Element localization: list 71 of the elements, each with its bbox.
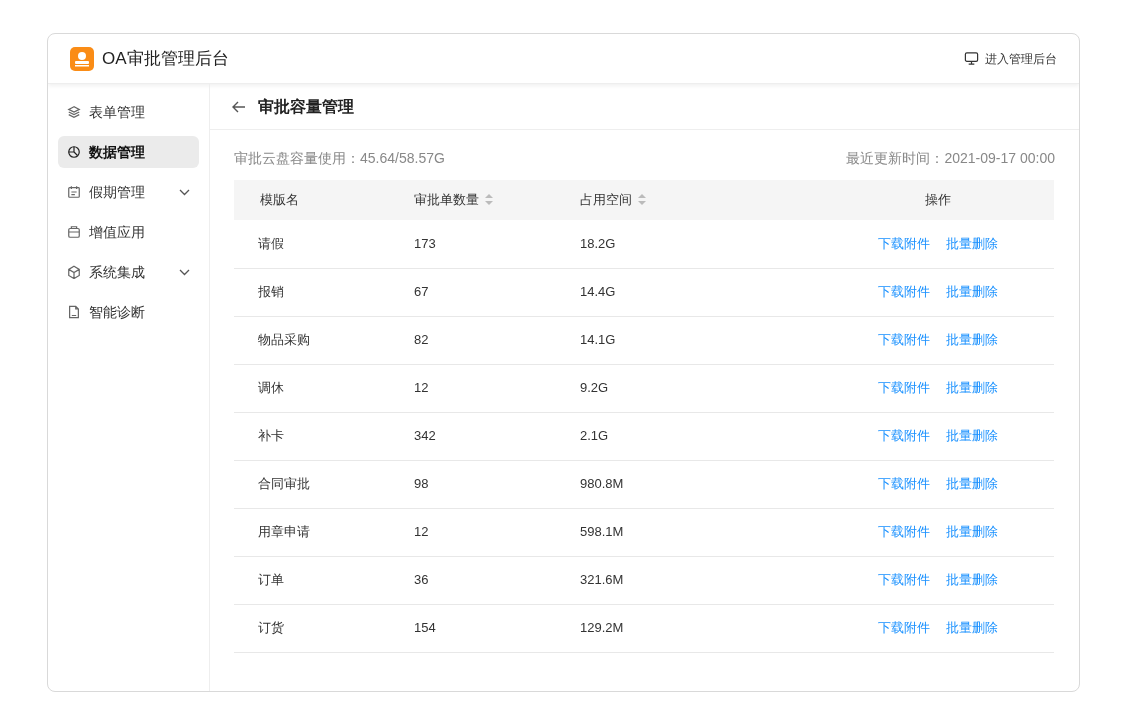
table-cell: 调休 [258, 380, 284, 396]
table-cell: 36 [414, 572, 429, 588]
sidebar-item[interactable]: 表单管理 [58, 96, 199, 128]
action-link[interactable]: 批量删除 [946, 234, 998, 254]
table-cell: 12 [414, 380, 429, 396]
action-link[interactable]: 批量删除 [946, 330, 998, 350]
column-header[interactable]: 审批单数量 [412, 180, 578, 220]
table-cell: 2.1G [580, 428, 609, 444]
action-link[interactable]: 下载附件 [878, 234, 930, 254]
menu-icon [67, 265, 81, 279]
monitor-icon [964, 51, 979, 66]
storage-usage: 审批云盘容量使用：45.64/58.57G [234, 149, 445, 168]
menu-icon [67, 305, 81, 319]
table-cell: 129.2M [580, 620, 624, 636]
last-updated: 最近更新时间：2021-09-17 00:00 [846, 149, 1055, 168]
table-cell: 请假 [258, 236, 284, 251]
action-link[interactable]: 下载附件 [878, 378, 930, 398]
sidebar-item[interactable]: 智能诊断 [58, 296, 199, 328]
page-title: 审批容量管理 [258, 96, 354, 117]
table-cell: 订货 [258, 620, 284, 636]
menu-icon [67, 225, 81, 239]
action-link[interactable]: 批量删除 [946, 378, 998, 398]
menu-icon [67, 105, 81, 119]
menu-icon [67, 185, 81, 199]
action-link[interactable]: 批量删除 [946, 282, 998, 302]
table-cell: 67 [414, 284, 429, 300]
table-cell: 12 [414, 524, 429, 540]
sidebar-item[interactable]: 假期管理 [58, 176, 199, 208]
action-link[interactable]: 下载附件 [878, 618, 930, 638]
table-cell: 321.6M [580, 572, 624, 588]
back-arrow-icon[interactable] [232, 100, 246, 113]
table-cell: 合同审批 [258, 476, 310, 492]
table-cell: 报销 [258, 284, 284, 300]
table-cell: 98 [414, 476, 429, 492]
table-cell: 82 [414, 332, 429, 348]
sidebar-item[interactable]: 数据管理 [58, 136, 199, 168]
sidebar-item[interactable]: 增值应用 [58, 216, 199, 248]
action-link[interactable]: 下载附件 [878, 426, 930, 446]
table-cell: 342 [414, 428, 436, 444]
table-cell: 598.1M [580, 524, 624, 540]
admin-link[interactable]: 进入管理后台 [964, 49, 1057, 68]
logo-icon [70, 46, 94, 71]
table-cell: 订单 [258, 572, 284, 588]
action-link[interactable]: 批量删除 [946, 570, 998, 590]
action-link[interactable]: 下载附件 [878, 522, 930, 542]
action-link[interactable]: 批量删除 [946, 426, 998, 446]
table-cell: 用章申请 [258, 524, 310, 540]
table-cell: 173 [414, 236, 436, 251]
action-link[interactable]: 批量删除 [946, 474, 998, 494]
sort-icon[interactable] [485, 194, 493, 206]
table-cell: 9.2G [580, 380, 609, 396]
action-link[interactable]: 批量删除 [946, 522, 998, 542]
table-cell: 补卡 [258, 428, 284, 444]
table-cell: 154 [414, 620, 436, 636]
action-link[interactable]: 下载附件 [878, 570, 930, 590]
sidebar-item[interactable]: 系统集成 [58, 256, 199, 288]
column-header: 操作 [822, 180, 1054, 220]
action-link[interactable]: 批量删除 [946, 618, 998, 638]
table-cell: 18.2G [580, 236, 616, 251]
app-title: OA审批管理后台 [102, 47, 229, 70]
table-cell: 14.1G [580, 332, 616, 348]
sort-icon[interactable] [638, 194, 646, 206]
table-cell: 14.4G [580, 284, 616, 300]
action-link[interactable]: 下载附件 [878, 474, 930, 494]
column-header[interactable]: 占用空间 [578, 180, 822, 220]
column-header: 模版名 [234, 180, 412, 220]
action-link[interactable]: 下载附件 [878, 330, 930, 350]
table-cell: 980.8M [580, 476, 624, 492]
menu-icon [67, 145, 81, 159]
table-cell: 物品采购 [258, 332, 310, 348]
action-link[interactable]: 下载附件 [878, 282, 930, 302]
